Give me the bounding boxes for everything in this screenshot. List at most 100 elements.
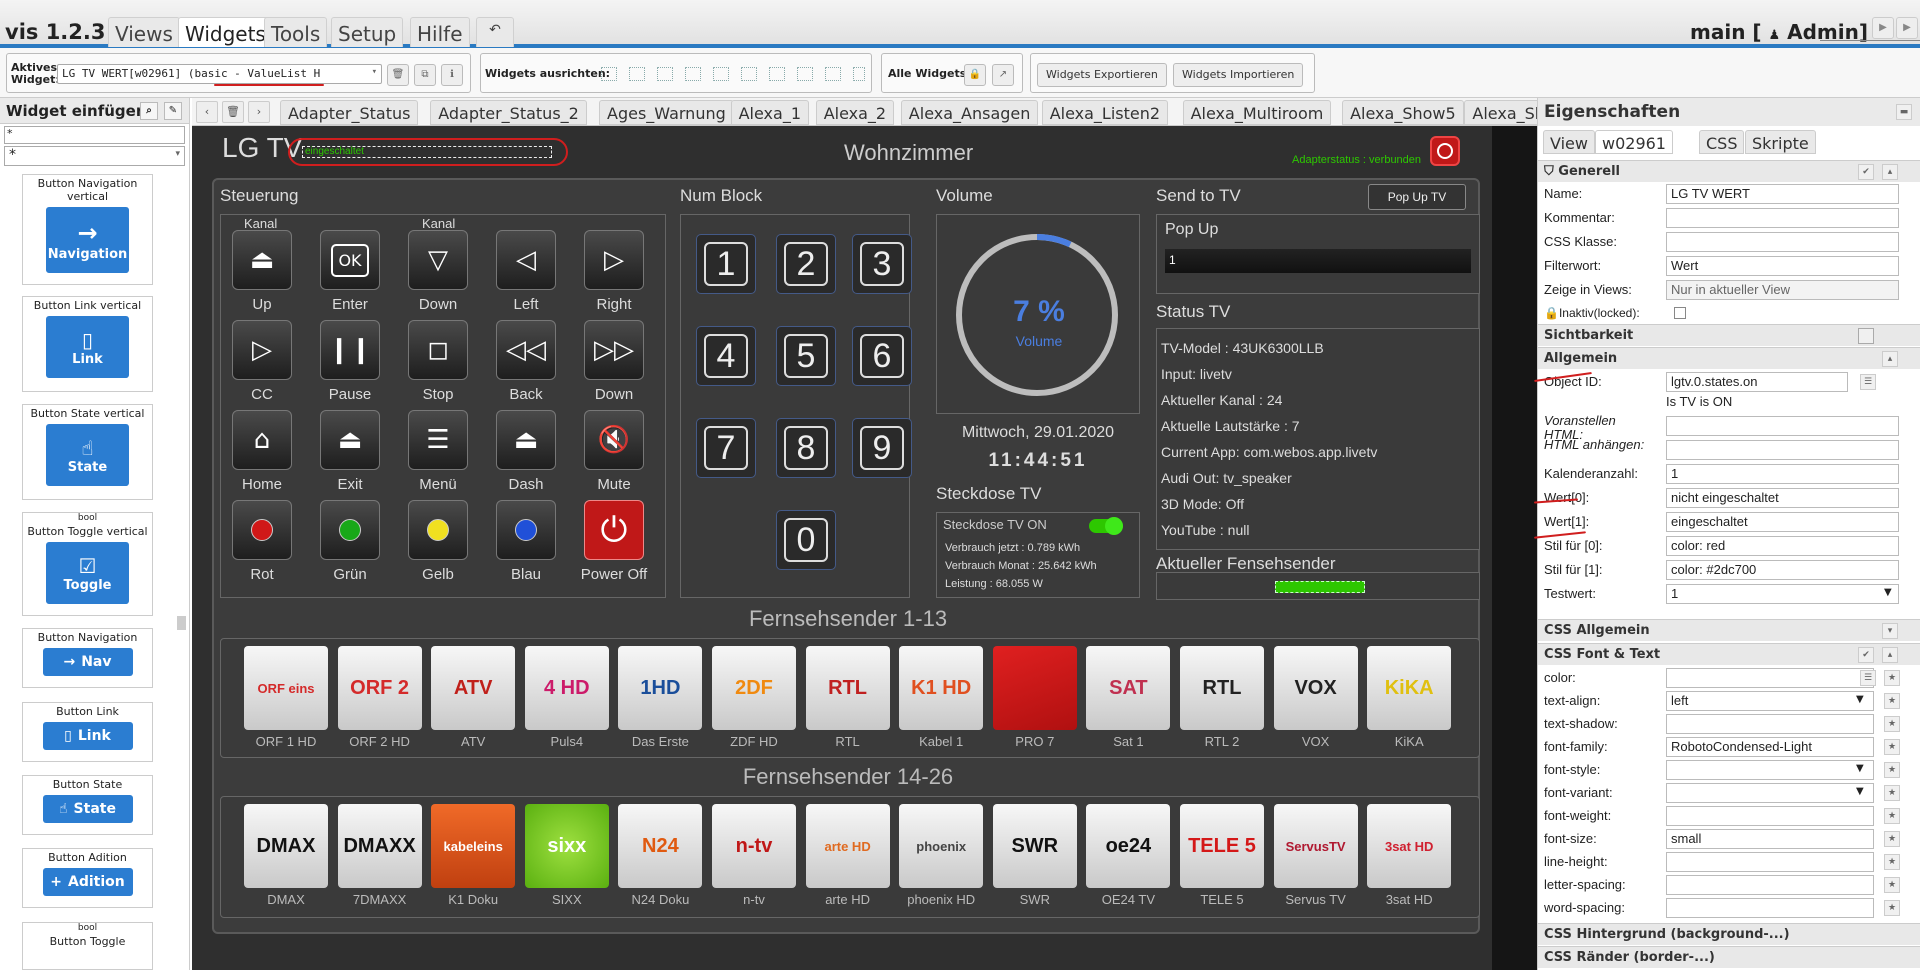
inaktiv-checkbox[interactable] (1674, 307, 1686, 319)
control-menü-button[interactable]: ☰ (408, 410, 468, 470)
align-vcenter-icon[interactable] (713, 67, 729, 81)
widget-card-toggle[interactable]: bool Button Toggle (22, 922, 153, 970)
channel-zdf-hd-button[interactable]: 2DF (712, 646, 796, 730)
menu-tools[interactable]: Tools (264, 17, 328, 47)
channel-n-tv-button[interactable]: n-tv (712, 804, 796, 888)
align-top-icon[interactable] (657, 67, 673, 81)
num-4-button[interactable]: 4 (696, 326, 756, 386)
control-grün-button[interactable] (320, 500, 380, 560)
prop-input[interactable] (1666, 416, 1899, 436)
prop-input[interactable]: left (1666, 691, 1874, 711)
control-cc-button[interactable]: ▷ (232, 320, 292, 380)
prop-input[interactable]: RobotoCondensed-Light (1666, 737, 1874, 757)
color-picker-icon[interactable]: ☰ (1860, 670, 1876, 686)
checkbox-icon[interactable]: ✔ (1858, 164, 1874, 180)
reset-icon[interactable]: ★ (1884, 854, 1900, 870)
reset-icon[interactable]: ★ (1884, 900, 1900, 916)
menu-hilfe[interactable]: Hilfe (410, 17, 470, 47)
import-widgets-button[interactable]: Widgets Importieren (1173, 63, 1304, 87)
prop-input[interactable]: Nur in aktueller View (1666, 280, 1899, 300)
control-dash-button[interactable]: ⏏ (496, 410, 556, 470)
prop-input[interactable]: color: red (1666, 536, 1899, 556)
prop-input[interactable]: Wert (1666, 256, 1899, 276)
view-tab[interactable]: Alexa_Show5_Daten (1464, 100, 1537, 125)
steckdose-toggle[interactable] (1089, 517, 1123, 535)
reset-icon[interactable]: ★ (1884, 831, 1900, 847)
prop-input[interactable]: 1 (1666, 464, 1899, 484)
view-tab[interactable]: Adapter_Status (280, 100, 419, 125)
chevron-up-icon[interactable]: ▴ (1882, 351, 1898, 367)
channel-k1-doku-button[interactable]: kabeleins (431, 804, 516, 888)
channel-atv-button[interactable]: ATV (431, 646, 516, 730)
popup-input[interactable]: 1 (1165, 249, 1471, 273)
tab-skripte[interactable]: Skripte (1745, 130, 1816, 154)
prop-input[interactable] (1666, 806, 1874, 826)
checkbox-icon[interactable]: ✔ (1858, 647, 1874, 663)
control-power-off-button[interactable]: ⏻ (584, 500, 644, 560)
copy-icon[interactable]: ⧉ (414, 64, 436, 86)
control-blau-button[interactable] (496, 500, 556, 560)
reset-icon[interactable]: ★ (1884, 716, 1900, 732)
scroll-left-icon[interactable]: ‹ (196, 101, 218, 123)
num-0-button[interactable]: 0 (776, 510, 836, 570)
widget-card-state[interactable]: Button State ☝ State (22, 775, 153, 835)
channel-dmax-button[interactable]: DMAX (244, 804, 328, 888)
link-icon[interactable]: ↗ (992, 64, 1014, 86)
view-tab[interactable]: Alexa_Listen2 (1041, 100, 1169, 125)
prop-input[interactable]: color: #2dc700 (1666, 560, 1899, 580)
menu-setup[interactable]: Setup (331, 17, 404, 47)
same-width-icon[interactable] (853, 67, 865, 81)
menu-views[interactable]: Views (108, 17, 180, 47)
section-css-allgemein[interactable]: CSS Allgemein (1538, 619, 1920, 641)
scroll-right-icon[interactable]: › (248, 101, 270, 123)
channel-kika-button[interactable]: KiKA (1367, 646, 1452, 730)
control-enter-button[interactable]: OK (320, 230, 380, 290)
control-up-button[interactable]: ⏏ (232, 230, 292, 290)
delete-view-icon[interactable]: 🗑 (222, 101, 244, 123)
distribute-h-icon[interactable] (769, 67, 785, 81)
num-3-button[interactable]: 3 (852, 234, 912, 294)
section-allgemein[interactable]: Allgemein (1538, 347, 1920, 369)
num-9-button[interactable]: 9 (852, 418, 912, 478)
num-6-button[interactable]: 6 (852, 326, 912, 386)
num-1-button[interactable]: 1 (696, 234, 756, 294)
channel-puls4-button[interactable]: 4 HD (524, 646, 609, 730)
widget-card-toggle-vertical[interactable]: bool Button Toggle vertical ☑ Toggle (22, 512, 153, 616)
chevron-up-icon[interactable]: ▴ (1882, 164, 1898, 180)
num-8-button[interactable]: 8 (776, 418, 836, 478)
num-7-button[interactable]: 7 (696, 418, 756, 478)
menu-widgets[interactable]: Widgets (178, 17, 273, 47)
align-bottom-icon[interactable] (685, 67, 701, 81)
prop-input[interactable]: nicht eingeschaltet (1666, 488, 1899, 508)
export-widgets-button[interactable]: Widgets Exportieren (1037, 63, 1167, 87)
control-stop-button[interactable]: ◻ (408, 320, 468, 380)
chevron-up-icon[interactable]: ▴ (1882, 647, 1898, 663)
prop-input[interactable] (1666, 898, 1874, 918)
channel-rtl-2-button[interactable]: RTL (1180, 646, 1264, 730)
channel-vox-button[interactable]: VOX (1273, 646, 1358, 730)
section-css-border[interactable]: CSS Ränder (border-...) (1538, 946, 1920, 968)
reset-icon[interactable]: ★ (1884, 670, 1900, 686)
object-id-input[interactable]: lgtv.0.states.on (1666, 372, 1848, 392)
delete-icon[interactable]: 🗑 (387, 64, 409, 86)
expand-icon[interactable]: ▶ (1896, 17, 1918, 39)
align-left-icon[interactable] (601, 67, 617, 81)
prop-input[interactable]: eingeschaltet (1666, 512, 1899, 532)
prop-input[interactable]: small (1666, 829, 1874, 849)
control-home-button[interactable]: ⌂ (232, 410, 292, 470)
control-left-button[interactable]: ◁ (496, 230, 556, 290)
channel-das-erste-button[interactable]: 1HD (618, 646, 703, 730)
view-tab[interactable]: Alexa_Ansagen (900, 100, 1039, 125)
undo-icon[interactable]: ↶ (476, 17, 514, 47)
channel-kabel-1-button[interactable]: K1 HD (899, 646, 984, 730)
reset-icon[interactable]: ★ (1884, 785, 1900, 801)
prop-input[interactable] (1666, 232, 1899, 252)
align-hcenter-icon[interactable] (741, 67, 757, 81)
widget-card-nav[interactable]: Button Navigation → Nav (22, 628, 153, 688)
control-pause-button[interactable]: ❙❙ (320, 320, 380, 380)
num-5-button[interactable]: 5 (776, 326, 836, 386)
prop-input[interactable] (1666, 714, 1874, 734)
prop-input[interactable]: LG TV WERT (1666, 184, 1899, 204)
channel-orf-2-hd-button[interactable]: ORF 2 (337, 646, 422, 730)
view-tab[interactable]: Alexa_Show5 (1342, 100, 1464, 125)
